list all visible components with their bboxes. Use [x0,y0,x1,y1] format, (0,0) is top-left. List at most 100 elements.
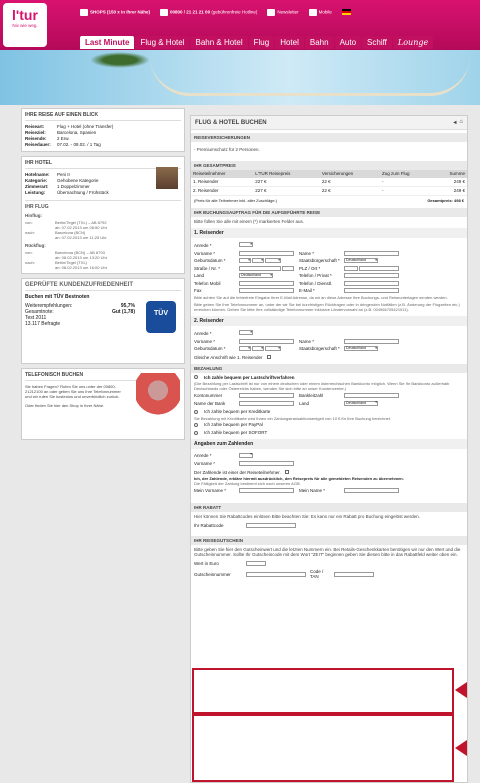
discount-heading: IHR RABATT [191,503,467,512]
rating-box: GEPRÜFTE KUNDENZUFRIEDENHEIT Buchen mit … [21,278,185,364]
top-bar: SHOPS (150 x in Ihrer Nähe) 00800 / 21 2… [80,6,351,18]
lastname-2-input[interactable] [344,338,399,344]
pay-direct-debit-radio[interactable] [194,375,198,379]
fax-input[interactable] [239,288,294,293]
tuv-badge-icon[interactable]: TÜV [146,301,176,333]
site-header: l'tur Nix wie weg. SHOPS (150 x in Ihrer… [0,0,480,50]
birth-year-select[interactable] [265,258,281,263]
discount-arrow-icon [455,682,467,698]
birth-month-2-select[interactable] [252,346,264,351]
salutation-2-select[interactable] [239,330,253,335]
account-number-input[interactable] [239,393,294,398]
hammock-image [150,56,470,96]
table-row: 1. Reisender 227 €22 € -249 € [191,177,467,187]
phone-work-input[interactable] [344,280,399,286]
traveler-1-heading: 1. Reisender [191,228,467,238]
logo-text: l'tur [12,7,38,23]
traveler-1-fields: Anrede * Vorname *Name * Geburtsdatum *S… [191,240,467,295]
call-agent-image [136,373,180,431]
back-icon[interactable]: ◂ [453,119,456,126]
city-input[interactable] [359,265,399,271]
pay-credit-card-radio[interactable] [194,409,198,414]
voucher-code-input[interactable] [334,571,374,577]
payer-salutation-select[interactable] [239,452,253,458]
phone-booking-box: TELEFONISCH BUCHEN Sie haben Fragen? Ruf… [21,368,185,440]
phone-mobile-input[interactable] [239,280,294,286]
ltur-logo[interactable]: l'tur Nix wie weg. [3,3,47,47]
voucher-highlight [192,714,454,782]
house-number-input[interactable] [282,265,294,271]
trip-row: Reisedauer: 07.02. - 08.02. / 1 Tag [25,142,101,147]
tab-auto[interactable]: Auto [334,36,362,49]
nationality-2-select[interactable]: Deutschland [344,346,378,351]
bank-country-select[interactable]: Deutschland [344,400,378,406]
outbound-label: Hinflug: [25,213,42,218]
discount-highlight [192,668,454,714]
birth-day-select[interactable] [239,258,251,263]
main-nav: Last Minute Flug & Hotel Bahn & Hotel Fl… [80,36,434,49]
logo-slogan: Nix wie weg. [12,23,38,28]
tab-schiff[interactable]: Schiff [362,36,392,49]
table-row: 2. Reisender 227 €22 € -249 € [191,186,467,196]
tab-flug-hotel[interactable]: Flug & Hotel [135,36,190,49]
hotel-box: IHR HOTEL Hotelname: Peni II Kategorie: Ge… [21,156,185,274]
hotel-photo[interactable] [156,167,178,189]
tab-last-minute[interactable]: Last Minute [80,36,135,49]
trip-summary-box: IHRE REISE AUF EINEN BLICK Reiseart: Flug… [21,108,185,152]
payer-firstname-input[interactable] [239,461,294,466]
home-icon[interactable]: ⌂ [459,119,463,126]
shop-icon [80,8,88,16]
payer-my-lastname-input[interactable] [344,488,399,493]
birth-month-select[interactable] [252,258,264,263]
flight-title: IHR FLUG [25,200,181,210]
german-flag-icon[interactable] [341,9,351,15]
email-input[interactable] [344,288,399,293]
left-sidebar: IHRE REISE AUF EINEN BLICK Reiseart: Flug… [21,108,185,444]
shop-finder-link[interactable]: Oder finden Sie hier den Shop in Ihrer N… [25,403,125,408]
price-table: Reiseteilnehmer L'TUR Reisepreis Versicher… [191,169,467,196]
tab-hotel[interactable]: Hotel [275,36,304,49]
insurance-heading: REISEVERSICHERUNGEN [191,133,467,142]
tab-flug[interactable]: Flug [248,36,275,49]
salutation-select[interactable] [239,242,253,247]
phone-icon [160,8,169,16]
discount-code-input[interactable] [246,523,296,528]
rating-subtitle: Buchen mit TÜV Bestnoten [25,294,90,300]
lastname-input[interactable] [344,250,399,256]
country-select[interactable]: Deutschland [239,273,273,278]
tab-bahn[interactable]: Bahn [304,36,334,49]
pay-sofort-radio[interactable] [194,430,198,435]
mobile-icon [308,8,317,16]
shops-link[interactable]: SHOPS (150 x in Ihrer Nähe) [80,8,150,16]
street-input[interactable] [239,265,281,271]
palm-leaves-image [90,52,150,68]
birth-day-2-select[interactable] [239,346,251,351]
tab-lounge[interactable]: Lounge [392,36,434,49]
bank-fields: Kontonummer Bankleitzahl Name der Bank Lan… [191,391,467,408]
voucher-value-input[interactable] [246,561,266,566]
booking-header: FLUG & HOTEL BUCHEN ◂ ⌂ [191,116,467,130]
hotline[interactable]: 00800 / 21 21 21 00 (gebührenfreie Hotli… [160,8,257,16]
payer-my-firstname-input[interactable] [239,488,294,493]
price-heading: IHR GESAMTPREIS [191,160,467,170]
total-price: Gesamtpreis: 498 € [427,197,464,203]
newsletter-link[interactable]: Newsletter [267,8,299,16]
firstname-input[interactable] [239,250,294,256]
firstname-2-input[interactable] [239,338,294,344]
rating-title: GEPRÜFTE KUNDENZUFRIEDENHEIT [25,282,181,291]
bank-code-input[interactable] [344,393,399,398]
voucher-number-input[interactable] [246,571,306,577]
phone-private-input[interactable] [344,273,399,278]
bank-name-input[interactable] [239,400,294,406]
return-label: Rückflug: [25,243,46,248]
zip-input[interactable] [344,265,358,271]
mobile-link[interactable]: Mobile [308,8,332,16]
same-address-checkbox[interactable] [266,355,271,359]
payer-is-traveler-checkbox[interactable] [284,470,289,474]
tab-bahn-hotel[interactable]: Bahn & Hotel [190,36,248,49]
pay-paypal-radio[interactable] [194,422,198,427]
voucher-arrow-icon [455,740,467,756]
nationality-select[interactable]: Deutschland [344,258,378,263]
birth-year-2-select[interactable] [265,346,281,351]
order-heading: IHR BUCHUNGSAUFTRAG FÜR DIE AUFGEFÜHRTE … [191,207,467,217]
